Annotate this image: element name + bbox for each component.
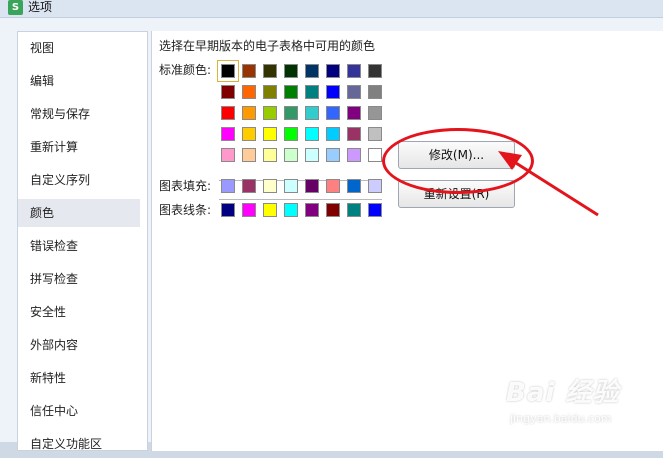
watermark-url: jingyan.baidu.com	[510, 412, 612, 425]
watermark-logo: Bai 经验	[506, 378, 620, 408]
watermark: Bai 经验 jingyan.baidu.com	[506, 372, 636, 436]
